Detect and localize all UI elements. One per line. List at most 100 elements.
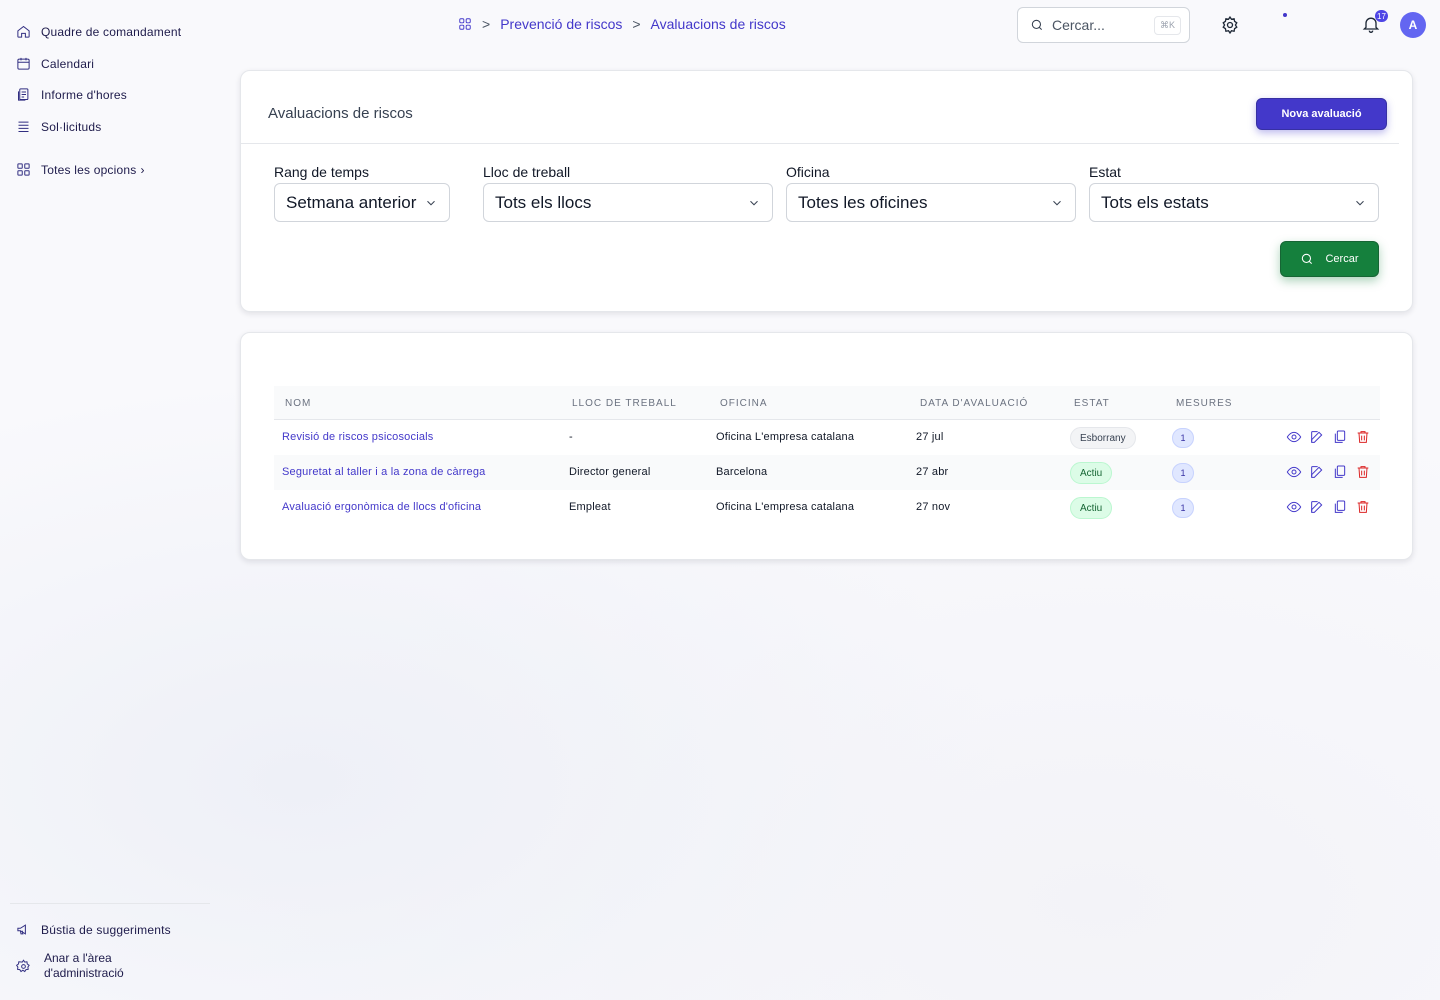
delete-button[interactable] — [1355, 464, 1371, 480]
megaphone-icon — [17, 924, 26, 935]
eye-icon — [1286, 501, 1302, 513]
edit-icon — [1311, 431, 1323, 443]
sidebar-item-requests[interactable]: Sol·licituds — [16, 119, 101, 134]
column-header-measures: MESURES — [1176, 398, 1233, 409]
settings-button[interactable] — [1220, 15, 1240, 35]
breadcrumb-separator: > — [482, 16, 491, 32]
sidebar-divider — [10, 903, 210, 904]
row-actions — [1286, 464, 1371, 480]
time-range-select[interactable]: Setmana anterior — [274, 183, 450, 222]
copy-icon — [1334, 465, 1346, 478]
status-badge: Actiu — [1070, 497, 1113, 519]
sidebar-item-suggestions[interactable]: Bústia de suggeriments — [16, 922, 171, 937]
edit-button[interactable] — [1309, 429, 1325, 445]
assessment-name-link[interactable]: Revisió de riscos psicosocials — [282, 431, 434, 443]
global-search[interactable]: Cercar... ⌘K — [1017, 7, 1190, 43]
search-placeholder: Cercar... — [1052, 17, 1105, 33]
cell-office: Barcelona — [716, 466, 768, 478]
workplace-select[interactable]: Tots els llocs — [483, 183, 773, 222]
column-header-office: OFICINA — [720, 398, 768, 409]
trash-icon — [1357, 466, 1369, 478]
filter-office: Oficina Totes les oficines — [786, 164, 1076, 222]
sidebar-item-label: Bústia de suggeriments — [41, 922, 171, 937]
cell-office: Oficina L'empresa catalana — [716, 501, 855, 513]
sidebar-item-label: Totes les opcions — [41, 162, 137, 177]
filter-time-range: Rang de temps Setmana anterior — [274, 164, 450, 222]
new-assessment-button[interactable]: Nova avaluació — [1256, 98, 1387, 130]
gear-icon — [16, 959, 30, 973]
duplicate-button[interactable] — [1332, 429, 1348, 445]
sidebar-item-label: Quadre de comandament — [41, 24, 182, 39]
cell-date: 27 abr — [916, 466, 949, 478]
gear-icon — [1222, 15, 1238, 35]
chevron-down-icon — [427, 200, 435, 205]
row-actions — [1286, 499, 1371, 515]
search-shortcut: ⌘K — [1153, 15, 1181, 35]
admin-label-line1: Anar a l'àrea — [44, 951, 112, 965]
delete-button[interactable] — [1355, 429, 1371, 445]
admin-label-line2: d'administració — [44, 966, 124, 980]
office-select[interactable]: Totes les oficines — [786, 183, 1076, 222]
column-header-name: NOM — [285, 398, 312, 409]
results-card: NOM LLOC DE TREBALL OFICINA DATA D'AVALU… — [240, 332, 1413, 560]
cell-date: 27 jul — [916, 431, 944, 443]
chevron-right-icon: › — [140, 162, 145, 177]
status-badge: Esborrany — [1070, 427, 1136, 449]
status-badge: Actiu — [1070, 462, 1113, 484]
edit-button[interactable] — [1309, 464, 1325, 480]
trash-icon — [1357, 431, 1369, 443]
sidebar-item-all-options[interactable]: Totes les opcions › — [16, 162, 145, 177]
view-button[interactable] — [1286, 429, 1302, 445]
sidebar-item-calendar[interactable]: Calendari — [16, 56, 94, 71]
table-row: Revisió de riscos psicosocials - Oficina… — [274, 420, 1380, 455]
assessment-name-link[interactable]: Avaluació ergonòmica de llocs d'oficina — [282, 501, 481, 513]
filter-label: Oficina — [786, 164, 830, 180]
cell-office: Oficina L'empresa catalana — [716, 431, 855, 443]
cell-workplace: Empleat — [569, 501, 611, 513]
trash-icon — [1357, 501, 1369, 513]
table-row: Seguretat al taller i a la zona de càrre… — [274, 455, 1380, 490]
chevron-down-icon — [1053, 200, 1061, 205]
eye-icon — [1286, 466, 1302, 478]
notification-count-badge: 17 — [1375, 10, 1388, 22]
measures-count-badge: 1 — [1172, 463, 1194, 483]
table-header: NOM LLOC DE TREBALL OFICINA DATA D'AVALU… — [274, 386, 1380, 420]
delete-button[interactable] — [1355, 499, 1371, 515]
breadcrumb-item-assessments[interactable]: Avaluacions de riscos — [651, 16, 786, 32]
grid-icon — [17, 163, 30, 176]
duplicate-button[interactable] — [1332, 499, 1348, 515]
sidebar-item-dashboard[interactable]: Quadre de comandament — [16, 24, 181, 39]
grid-icon[interactable] — [458, 17, 472, 31]
search-icon — [1302, 253, 1313, 265]
breadcrumb: > Prevenció de riscos > Avaluacions de r… — [458, 16, 786, 32]
row-actions — [1286, 429, 1371, 445]
edit-button[interactable] — [1309, 499, 1325, 515]
chevron-down-icon — [1356, 200, 1364, 205]
chevron-down-icon — [750, 200, 758, 205]
status-select[interactable]: Tots els estats — [1089, 183, 1379, 222]
report-icon — [18, 88, 29, 101]
filters-card: Avaluacions de riscos Nova avaluació Ran… — [240, 70, 1413, 312]
table-row: Avaluació ergonòmica de llocs d'oficina … — [274, 490, 1380, 525]
filter-status: Estat Tots els estats — [1089, 164, 1379, 222]
page-title: Avaluacions de riscos — [268, 105, 413, 122]
duplicate-button[interactable] — [1332, 464, 1348, 480]
cell-workplace: Director general — [569, 466, 651, 478]
sidebar-item-hours-report[interactable]: Informe d'hores — [16, 87, 127, 102]
sidebar-item-label: Sol·licituds — [41, 119, 102, 134]
avatar[interactable]: A — [1400, 12, 1426, 38]
view-button[interactable] — [1286, 464, 1302, 480]
search-button-label: Cercar — [1325, 253, 1359, 265]
view-button[interactable] — [1286, 499, 1302, 515]
column-header-status: ESTAT — [1074, 398, 1110, 409]
status-dot — [1283, 13, 1287, 17]
filter-workplace: Lloc de treball Tots els llocs — [483, 164, 773, 222]
sidebar-item-admin[interactable]: Anar a l'àrea d'administració — [16, 951, 124, 981]
assessment-name-link[interactable]: Seguretat al taller i a la zona de càrre… — [282, 466, 485, 478]
cell-date: 27 nov — [916, 501, 951, 513]
breadcrumb-item-prevention[interactable]: Prevenció de riscos — [500, 16, 622, 32]
calendar-icon — [17, 57, 30, 70]
search-button[interactable]: Cercar — [1280, 241, 1379, 277]
card-divider — [241, 143, 1399, 144]
select-value: Setmana anterior — [286, 192, 417, 212]
